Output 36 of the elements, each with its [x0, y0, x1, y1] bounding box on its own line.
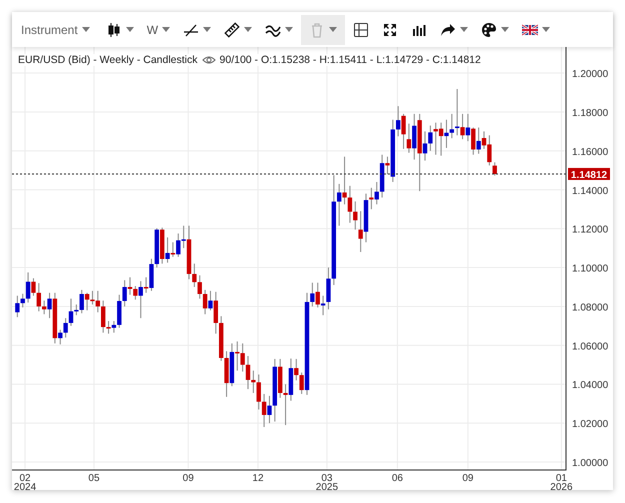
x-axis-label: 02 — [19, 473, 31, 484]
fullscreen-icon — [382, 22, 398, 38]
candlestick-icon — [106, 22, 122, 38]
y-axis-label: 1.00000 — [572, 458, 608, 470]
y-axis-label: 1.14000 — [572, 186, 608, 197]
y-axis-label: 1.04000 — [572, 380, 608, 392]
chart-title: EUR/USD (Bid) - Weekly - Candlestick — [18, 54, 198, 66]
eye-icon[interactable] — [202, 55, 216, 65]
instrument-dropdown[interactable]: Instrument — [16, 14, 95, 44]
crosshair-icon — [353, 22, 370, 38]
flag-icon — [522, 22, 538, 38]
x-axis-year: 2025 — [316, 482, 338, 490]
y-axis-label: 1.18000 — [572, 108, 608, 119]
x-axis-year: 2026 — [550, 482, 573, 490]
y-axis-label: 1.12000 — [572, 224, 608, 236]
y-axis-label: 1.16000 — [572, 146, 608, 158]
x-axis-label: 12 — [252, 473, 264, 484]
price-badge: 1.14812 — [568, 168, 610, 181]
y-axis-label: 1.08000 — [572, 302, 608, 314]
x-axis-label: 03 — [321, 473, 332, 484]
y-axis-label: 1.06000 — [572, 341, 608, 352]
interval-dropdown[interactable]: W — [142, 14, 176, 44]
ref-line-label: 1.14812 — [570, 170, 608, 181]
x-axis-label: 09 — [462, 473, 474, 484]
x-axis-label: 06 — [392, 473, 403, 484]
y-axis-label: 1.10000 — [572, 264, 608, 275]
y-axis-label: 1.02000 — [572, 419, 608, 430]
share-icon — [440, 22, 456, 38]
x-axis-year: 2024 — [14, 482, 36, 490]
x-axis-label: 01 — [556, 473, 567, 484]
ohlc-values: 90/100 - O:1.15238 - H:1.15411 - L:1.14729 - C:1.14812 — [220, 54, 481, 66]
ruler-icon — [224, 22, 240, 38]
x-axis-label: 09 — [182, 473, 194, 484]
palette-icon — [481, 22, 498, 38]
y-axis-label: 1.20000 — [572, 69, 608, 80]
x-axis-label: 05 — [88, 473, 100, 484]
